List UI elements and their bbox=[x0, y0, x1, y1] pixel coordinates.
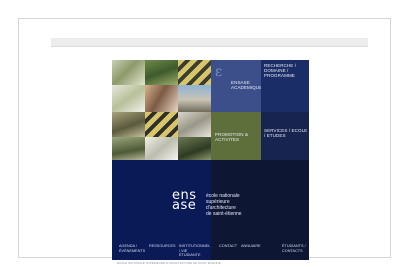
photo-tile[interactable] bbox=[178, 112, 211, 137]
photo-tile[interactable] bbox=[178, 137, 211, 160]
footer-link-students[interactable]: ÉTUDIANTS / CONTACTS bbox=[282, 244, 308, 253]
photo-tile[interactable] bbox=[178, 60, 211, 85]
photo-tile[interactable] bbox=[112, 112, 145, 137]
nav-block-academic[interactable]: ε ENSASE ACADEMIQUE bbox=[211, 60, 261, 112]
nav-block-label: ENSASE ACADEMIQUE bbox=[231, 80, 261, 90]
nav-block-promotion[interactable]: PROMOTION & ACTIVITES bbox=[211, 112, 261, 160]
footer-link-resources[interactable]: RESSOURCES bbox=[149, 244, 176, 249]
nav-block-label: RECHERCHE / DOMAINE / PROGRAMME bbox=[264, 63, 297, 78]
photo-tile[interactable] bbox=[178, 85, 211, 112]
photo-tile[interactable] bbox=[145, 112, 178, 137]
photo-tile[interactable] bbox=[112, 85, 145, 112]
browser-toolbar bbox=[51, 38, 368, 47]
nav-block-services[interactable]: SERVICES / ECOLE / ETUDES bbox=[261, 112, 309, 160]
footer-nav: AGENDA / ÉVÉNEMENTS RESSOURCES INSTITUTI… bbox=[112, 244, 309, 260]
footer-link-institutional[interactable]: INSTITUTIONNEL / VIE ÉTUDIANTE bbox=[179, 244, 210, 258]
website-preview: ε ENSASE ACADEMIQUE RECHERCHE / DOMAINE … bbox=[112, 60, 309, 260]
photo-tile[interactable] bbox=[145, 137, 178, 160]
photo-tile[interactable] bbox=[145, 85, 178, 112]
nav-block-label: PROMOTION & ACTIVITES bbox=[215, 132, 249, 142]
photo-tile[interactable] bbox=[112, 137, 145, 160]
nav-block-label: SERVICES / ECOLE / ETUDES bbox=[264, 128, 308, 138]
photo-tile[interactable] bbox=[145, 60, 178, 85]
image-caption: ÉCOLE NATIONALE SUPÉRIEURE D'ARCHITECTUR… bbox=[117, 261, 221, 265]
nav-block-research[interactable]: RECHERCHE / DOMAINE / PROGRAMME bbox=[261, 60, 309, 112]
ensase-logo[interactable]: ens ase bbox=[172, 189, 197, 212]
footer-link-contact[interactable]: CONTACT bbox=[219, 244, 237, 249]
school-tagline: école nationale supérieure d'architectur… bbox=[206, 193, 242, 217]
footer-link-directory[interactable]: ANNUAIRE bbox=[241, 244, 267, 249]
footer-link-agenda[interactable]: AGENDA / ÉVÉNEMENTS bbox=[119, 244, 145, 253]
photo-tile[interactable] bbox=[112, 60, 145, 85]
decorative-glyph: ε bbox=[215, 64, 223, 80]
